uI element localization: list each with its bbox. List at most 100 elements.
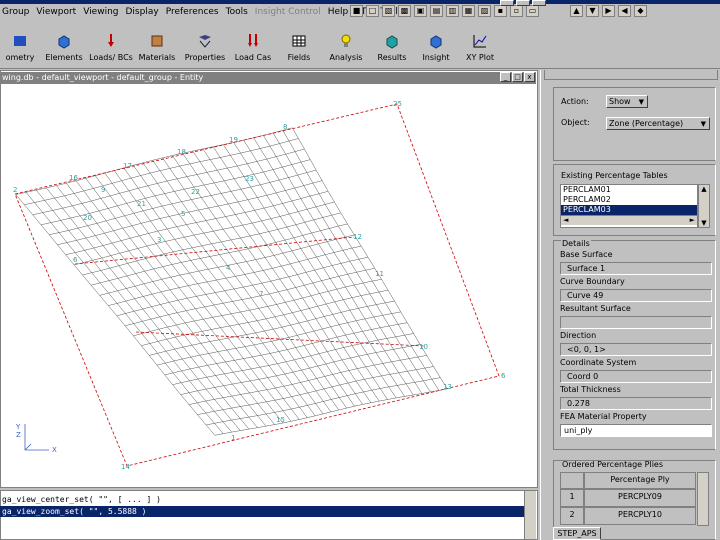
load-cases-button[interactable]: Load Cas	[230, 19, 276, 65]
console-scrollbar[interactable]	[524, 491, 536, 539]
node-label: 13	[443, 383, 452, 391]
mesh-line-row	[49, 169, 317, 235]
mesh-line-col	[15, 194, 216, 436]
menu-display[interactable]: Display	[124, 7, 164, 17]
list-item[interactable]: PERCLAM01	[561, 185, 697, 195]
elements-button[interactable]: Elements	[40, 19, 88, 65]
curve-boundary-label: Curve Boundary	[560, 277, 625, 286]
mesh-line-col	[233, 142, 397, 399]
mesh-line-col	[46, 187, 241, 431]
mesh-line-col	[56, 185, 250, 430]
loads-bcs-button[interactable]: Loads/ BCs	[88, 19, 134, 65]
maximize-icon[interactable]	[516, 0, 530, 6]
vp-close-icon[interactable]: x	[524, 72, 535, 82]
table-row[interactable]: PERCPLY10	[584, 507, 696, 525]
menu-viewport[interactable]: Viewport	[34, 7, 81, 17]
node-label: 21	[137, 200, 146, 208]
grid-icon[interactable]: ▨	[478, 5, 491, 17]
mesh-line-row	[188, 355, 427, 405]
mesh-line-col	[253, 137, 414, 396]
fea-material-field[interactable]: uni_ply	[560, 424, 712, 437]
iso-view-icon[interactable]: ▧	[382, 5, 395, 17]
node-label: 19	[229, 136, 238, 144]
node-label: 16	[69, 174, 78, 182]
results-button[interactable]: Results	[370, 19, 414, 65]
console-line-2[interactable]: ga_view_zoom_set( "", 5.5888 )	[0, 506, 524, 517]
step-aps-tab[interactable]: STEP_APS	[553, 527, 601, 540]
menu-preferences[interactable]: Preferences	[164, 7, 224, 17]
geometry-button[interactable]: ometry	[0, 19, 40, 65]
list-hscrollbar[interactable]: ◄ ►	[561, 215, 697, 225]
axis-y-label: Y	[15, 423, 21, 431]
node-label: 5	[181, 210, 185, 218]
menu-tools[interactable]: Tools	[224, 7, 253, 17]
insight-icon	[430, 35, 442, 49]
mesh-line-col	[212, 146, 380, 402]
properties-icon	[199, 35, 211, 48]
triad-lines	[24, 424, 49, 451]
node-label: 3	[157, 236, 161, 244]
node-label: 18	[177, 148, 186, 156]
hidden-line-icon[interactable]: ▥	[446, 5, 459, 17]
entity-color-icon[interactable]: ◆	[634, 5, 647, 17]
list-item[interactable]: PERCLAM03	[561, 205, 697, 215]
object-dropdown[interactable]: Zone (Percentage) ▼	[606, 117, 710, 130]
list-item[interactable]: PERCLAM02	[561, 195, 697, 205]
mesh-line-row	[108, 245, 362, 306]
mesh-line-col	[123, 167, 308, 418]
fields-button[interactable]: Fields	[276, 19, 322, 65]
node-label: 17	[123, 162, 132, 170]
front-view-icon[interactable]: □	[366, 5, 379, 17]
menu-group[interactable]: Group	[0, 7, 34, 17]
xy-plot-button[interactable]: XY Plot	[458, 19, 502, 65]
vp-maximize-icon[interactable]: □	[512, 72, 523, 82]
table-corner	[560, 472, 584, 489]
analysis-button[interactable]: Analysis	[322, 19, 370, 65]
direction-field[interactable]: <0, 0, 1>	[560, 343, 712, 356]
node-label: 9	[101, 186, 105, 194]
window-controls	[500, 0, 546, 15]
row-index: 2	[560, 507, 584, 525]
node-label: 2	[13, 186, 17, 194]
cube-view-icon[interactable]: ■	[350, 5, 363, 17]
details-label: Details	[561, 239, 591, 248]
axis-triad: Y Z X	[15, 423, 57, 454]
minimize-icon[interactable]	[500, 0, 514, 6]
mesh-line-row	[172, 333, 414, 385]
mesh-line-col	[25, 192, 224, 434]
xy-plot-icon	[473, 35, 487, 48]
resultant-surface-field[interactable]	[560, 316, 712, 329]
wire-icon[interactable]: ▤	[430, 5, 443, 17]
vp-minimize-icon[interactable]: _	[500, 72, 511, 82]
coordinate-system-field[interactable]: Coord 0	[560, 370, 712, 383]
side-view-icon[interactable]: ▩	[398, 5, 411, 17]
mesh-line-row	[65, 191, 329, 255]
labels-toggle-icon[interactable]: ▶	[602, 5, 615, 17]
row-index: 1	[560, 489, 584, 507]
node-label: 8	[283, 123, 287, 131]
table-row[interactable]: PERCPLY09	[584, 489, 696, 507]
plot-erase-icon[interactable]: ◀	[618, 5, 631, 17]
element-shrink-icon[interactable]: ▲	[570, 5, 583, 17]
list-vscrollbar[interactable]: ▲ ▼	[698, 184, 710, 228]
close-icon[interactable]	[532, 0, 546, 6]
existing-tables-list[interactable]: PERCLAM01 PERCLAM02 PERCLAM03 ◄ ►	[560, 184, 698, 228]
base-surface-field[interactable]: Surface 1	[560, 262, 712, 275]
viewport-canvas[interactable]: 25 8 19 18 17 16 9 2 23 22 21 20 5 3 6 4 12 11 7 10 14 1 15 13 6…	[1, 84, 537, 486]
resultant-surface-label: Resultant Surface	[560, 304, 631, 313]
mesh-line-row	[116, 256, 369, 317]
insight-button[interactable]: Insight	[414, 19, 458, 65]
action-dropdown[interactable]: Show ▼	[606, 95, 648, 108]
free-edge-icon[interactable]: ▼	[586, 5, 599, 17]
properties-button[interactable]: Properties	[180, 19, 230, 65]
table-scrollbar[interactable]	[697, 472, 709, 526]
application-bar: ometry Elements Loads/ BCs Materials Pro…	[0, 19, 720, 69]
shade-icon[interactable]: ▣	[414, 5, 427, 17]
mesh-line-col	[192, 150, 363, 405]
total-thickness-field[interactable]: 0.278	[560, 397, 712, 410]
curve-boundary-field[interactable]: Curve 49	[560, 289, 712, 302]
materials-button[interactable]: Materials	[134, 19, 180, 65]
label-icon[interactable]: ▦	[462, 5, 475, 17]
menu-viewing[interactable]: Viewing	[81, 7, 123, 17]
node-label: 11	[375, 270, 384, 278]
